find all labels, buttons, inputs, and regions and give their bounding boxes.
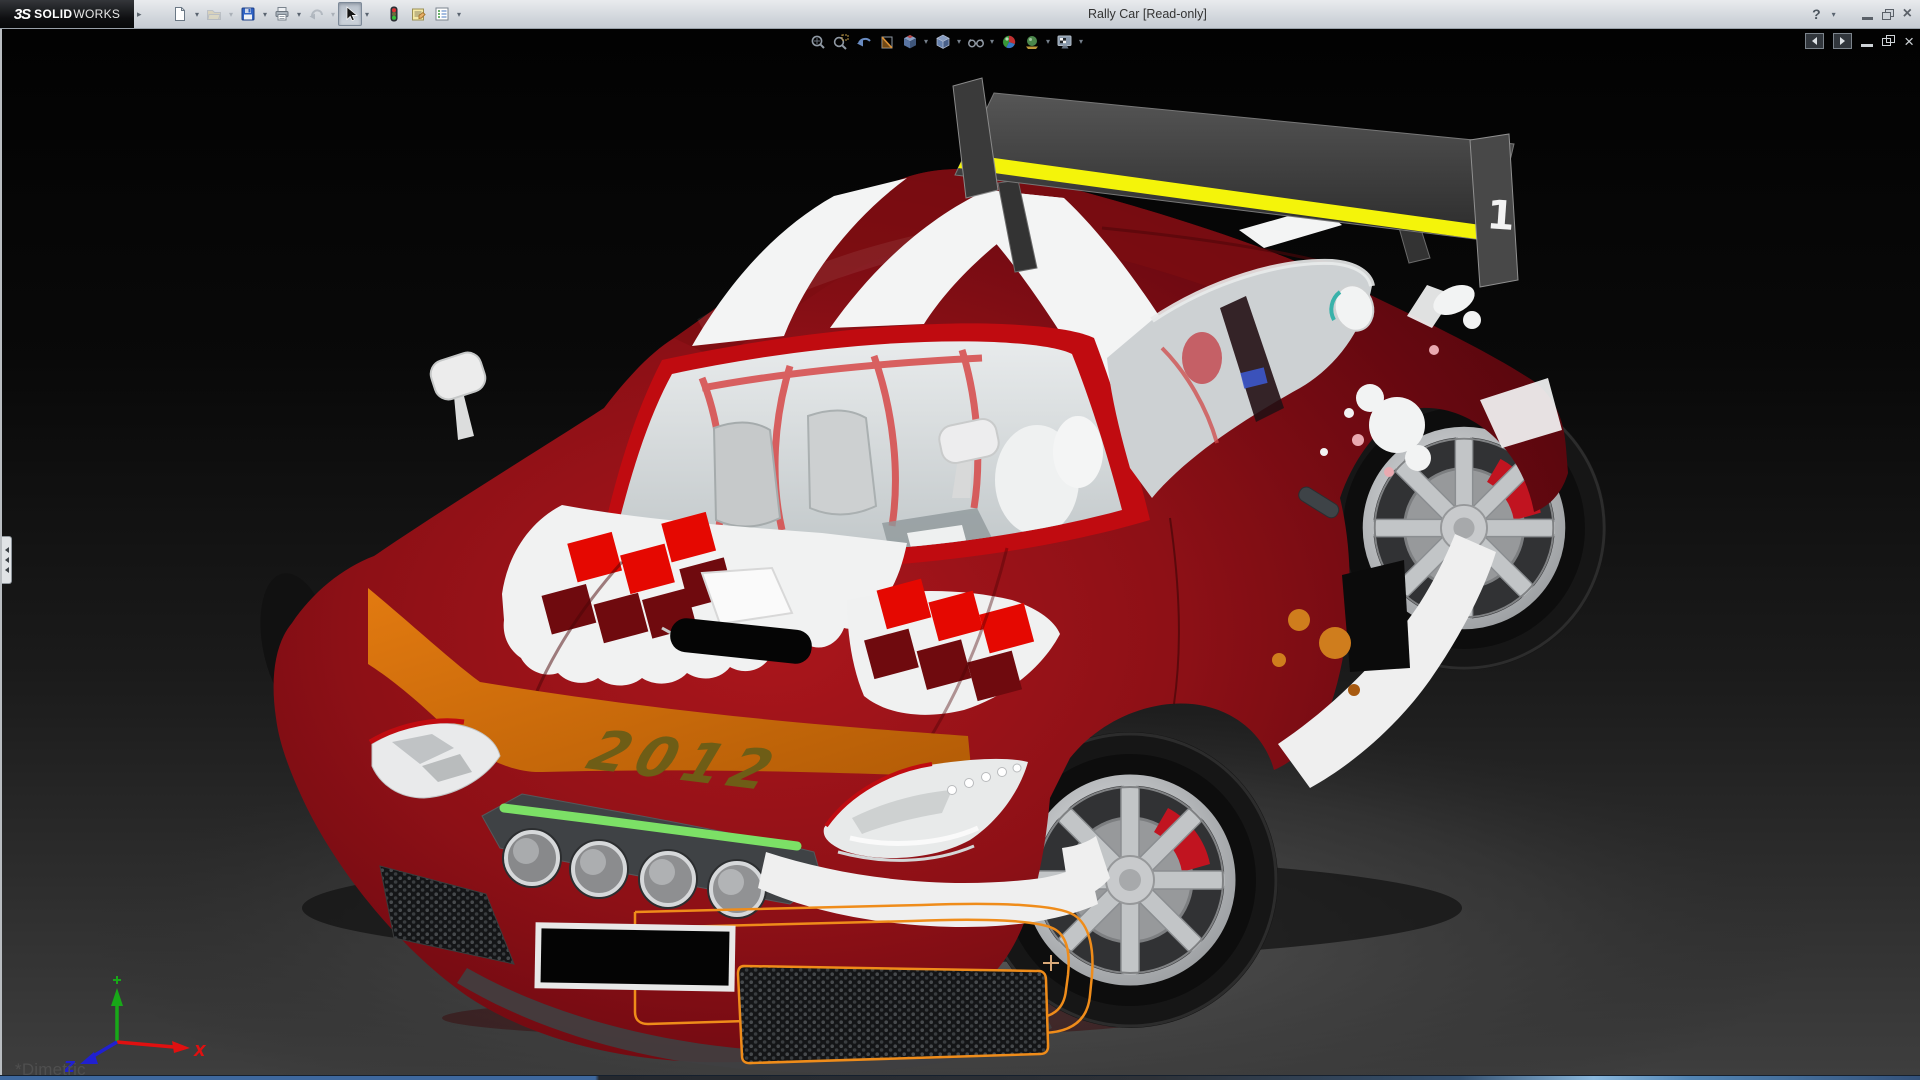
status-strip bbox=[0, 1075, 1920, 1080]
document-close-button[interactable]: × bbox=[1904, 34, 1914, 49]
triad-x-label: X bbox=[193, 1042, 207, 1060]
undo-button[interactable] bbox=[304, 2, 328, 26]
apply-scene-icon bbox=[1023, 33, 1041, 51]
new-dropdown-caret[interactable]: ▾ bbox=[192, 3, 202, 25]
new-document-button[interactable] bbox=[168, 2, 192, 26]
toolbar-expand-icon[interactable]: ▸ bbox=[137, 9, 142, 20]
window-controls: ? ▾ × bbox=[1812, 0, 1912, 28]
zoom-to-fit-icon bbox=[809, 33, 827, 51]
license-plate bbox=[534, 922, 735, 991]
graphics-viewport[interactable]: ▾ ▾ ▾ ▾ ▾ × bbox=[0, 28, 1920, 1076]
view-settings-icon bbox=[1056, 33, 1074, 51]
open-icon bbox=[206, 6, 222, 22]
collapse-left-panel-button[interactable] bbox=[1805, 33, 1824, 49]
apply-scene-button[interactable] bbox=[1020, 31, 1043, 52]
file-properties-icon bbox=[410, 6, 426, 22]
previous-view-button[interactable] bbox=[852, 31, 875, 52]
solidworks-logo: 3S SOLID WORKS bbox=[0, 0, 134, 28]
rebuild-traffic-light-icon bbox=[386, 6, 402, 22]
hide-show-items-caret[interactable]: ▾ bbox=[987, 37, 997, 46]
title-bar: 3S SOLID WORKS ▸ ▾ ▾ ▾ ▾ ▾ ▾ bbox=[0, 0, 1920, 29]
select-button[interactable] bbox=[338, 2, 362, 26]
section-view-icon bbox=[878, 33, 896, 51]
zoom-to-area-icon bbox=[832, 33, 850, 51]
edit-appearance-icon bbox=[1000, 33, 1018, 51]
decal-race-number: 1 bbox=[1485, 192, 1516, 240]
brand-works: WORKS bbox=[73, 7, 120, 21]
print-dropdown-caret[interactable]: ▾ bbox=[294, 3, 304, 25]
display-style-caret[interactable]: ▾ bbox=[954, 37, 964, 46]
hide-show-items-icon bbox=[967, 33, 985, 51]
print-icon bbox=[274, 6, 290, 22]
section-view-button[interactable] bbox=[875, 31, 898, 52]
feature-manager-collapsed-tab[interactable] bbox=[2, 536, 12, 584]
save-dropdown-caret[interactable]: ▾ bbox=[260, 3, 270, 25]
save-button[interactable] bbox=[236, 2, 260, 26]
help-dropdown-caret[interactable]: ▾ bbox=[1830, 3, 1838, 25]
brand-solid: SOLID bbox=[34, 7, 72, 21]
zoom-to-area-button[interactable] bbox=[829, 31, 852, 52]
undo-dropdown-caret[interactable]: ▾ bbox=[328, 3, 338, 25]
side-vent bbox=[1342, 560, 1410, 672]
document-title: Rally Car [Read-only] bbox=[1088, 7, 1207, 21]
view-orientation-caret[interactable]: ▾ bbox=[921, 37, 931, 46]
restore-button[interactable] bbox=[1882, 9, 1894, 20]
view-orientation-label: *Dimetric bbox=[15, 1060, 86, 1076]
close-button[interactable]: × bbox=[1903, 6, 1912, 22]
view-orientation-button[interactable] bbox=[898, 31, 921, 52]
collapse-right-panel-button[interactable] bbox=[1833, 33, 1852, 49]
view-orientation-icon bbox=[901, 33, 919, 51]
document-window-controls: × bbox=[1805, 33, 1914, 49]
display-style-button[interactable] bbox=[931, 31, 954, 52]
center-bumper-grille[interactable] bbox=[738, 966, 1048, 1063]
print-button[interactable] bbox=[270, 2, 294, 26]
view-settings-button[interactable] bbox=[1053, 31, 1076, 52]
model-scene[interactable]: 2012 bbox=[2, 28, 1920, 1076]
select-dropdown-caret[interactable]: ▾ bbox=[362, 3, 372, 25]
file-properties-button[interactable] bbox=[406, 2, 430, 26]
apply-scene-caret[interactable]: ▾ bbox=[1043, 37, 1053, 46]
left-mirror bbox=[427, 349, 489, 440]
minimize-button[interactable] bbox=[1862, 17, 1873, 20]
document-minimize-button[interactable] bbox=[1861, 44, 1873, 47]
options-button[interactable] bbox=[430, 2, 454, 26]
save-icon bbox=[240, 6, 256, 22]
view-settings-caret[interactable]: ▾ bbox=[1076, 37, 1086, 46]
open-dropdown-caret[interactable]: ▾ bbox=[226, 3, 236, 25]
options-dropdown-caret[interactable]: ▾ bbox=[454, 3, 464, 25]
edit-appearance-button[interactable] bbox=[997, 31, 1020, 52]
previous-view-icon bbox=[855, 33, 873, 51]
new-document-icon bbox=[172, 6, 188, 22]
options-icon bbox=[434, 6, 450, 22]
main-toolbar: ▾ ▾ ▾ ▾ ▾ ▾ bbox=[168, 1, 474, 27]
open-button[interactable] bbox=[202, 2, 226, 26]
select-cursor-icon bbox=[342, 6, 358, 22]
undo-icon bbox=[308, 6, 324, 22]
hide-show-items-button[interactable] bbox=[964, 31, 987, 52]
heads-up-view-toolbar: ▾ ▾ ▾ ▾ ▾ bbox=[806, 31, 1086, 52]
display-style-icon bbox=[934, 33, 952, 51]
zoom-to-fit-button[interactable] bbox=[806, 31, 829, 52]
rebuild-button[interactable] bbox=[382, 2, 406, 26]
brand-mark: 3S bbox=[14, 6, 30, 23]
document-restore-button[interactable] bbox=[1882, 35, 1895, 47]
help-button[interactable]: ? bbox=[1812, 6, 1821, 22]
